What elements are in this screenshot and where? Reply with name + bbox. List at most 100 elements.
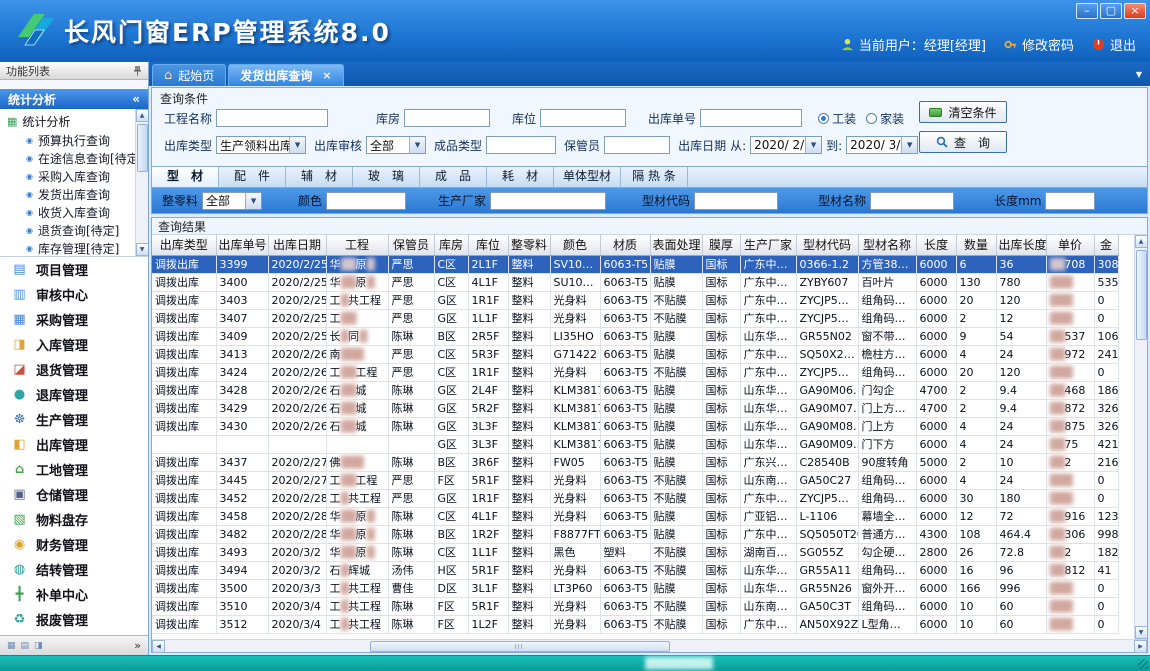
sidebar-menu-item[interactable]: ●退库管理 (0, 382, 148, 407)
radio-jiazhuang[interactable] (866, 113, 877, 124)
table-row[interactable]: 调拨出库34582020/2/28华▓▓原▓陈琳C区4L1F整料光身料6063-… (152, 507, 1118, 525)
tree-item[interactable]: ◉在途信息查询[待定] (0, 149, 148, 167)
column-header[interactable]: 金 (1094, 235, 1118, 255)
column-header[interactable]: 保管员 (388, 235, 434, 255)
column-header[interactable]: 工程 (326, 235, 388, 255)
pin-icon[interactable] (133, 65, 142, 76)
sidebar-menu-item[interactable]: ◪退货管理 (0, 357, 148, 382)
tree-item[interactable]: ◉发货出库查询 (0, 185, 148, 203)
table-row[interactable]: 调拨出库34072020/2/25工▓▓严思G区1L1F整料光身料6063-T5… (152, 309, 1118, 327)
table-row[interactable]: 调拨出库35102020/3/4工▓共工程陈琳F区5R1F整料光身料6063-T… (152, 597, 1118, 615)
sidebar-menu-item[interactable]: ▤项目管理 (0, 257, 148, 282)
column-header[interactable]: 整零料 (508, 235, 550, 255)
table-row[interactable]: 调拨出库34132020/2/26南▓▓▓严思C区5R3F整料G71422606… (152, 345, 1118, 363)
column-header[interactable]: 出库日期 (268, 235, 326, 255)
keeper-input[interactable] (604, 136, 670, 154)
table-row[interactable]: 调拨出库34292020/2/26石▓▓城陈琳G区5R2F整料KLM381760… (152, 399, 1118, 417)
minimize-button[interactable]: – (1076, 3, 1098, 19)
column-header[interactable]: 出库单号 (216, 235, 268, 255)
table-row[interactable]: 调拨出库34282020/2/26石▓▓城陈琳G区2L4F整料KLM381760… (152, 381, 1118, 399)
tree-item[interactable]: ◉预算执行查询 (0, 131, 148, 149)
scroll-up-icon[interactable]: ▲ (136, 109, 149, 122)
table-row[interactable]: 调拨出库34242020/2/26工▓▓工程严思C区1R1F整料光身料6063-… (152, 363, 1118, 381)
material-tab[interactable]: 辅 材 (286, 167, 353, 187)
maximize-button[interactable]: ▢ (1100, 3, 1122, 19)
footer-more-icon[interactable]: » (134, 639, 141, 652)
close-button[interactable]: × (1124, 3, 1146, 19)
tab-shipping-outbound-query[interactable]: 发货出库查询 × (228, 64, 343, 86)
sidebar-menu-item[interactable]: ♻报废管理 (0, 607, 148, 632)
sidebar-menu-item[interactable]: ◉财务管理 (0, 532, 148, 557)
sidebar-menu-item[interactable]: ◨入库管理 (0, 332, 148, 357)
clear-conditions-button[interactable]: 清空条件 (919, 101, 1007, 123)
sidebar-menu-item[interactable]: ◍结转管理 (0, 557, 148, 582)
material-tab[interactable]: 型 材 (152, 167, 219, 187)
date-from-picker[interactable]: 2020/ 2/16▼ (750, 136, 822, 154)
table-row[interactable]: 调拨出库34942020/3/2石▓辉城汤伟H区5R1F整料光身料6063-T5… (152, 561, 1118, 579)
scroll-right-icon[interactable]: ▶ (1134, 640, 1147, 653)
column-header[interactable]: 库位 (468, 235, 508, 255)
scroll-up-icon[interactable]: ▲ (1135, 235, 1148, 248)
vscroll-thumb[interactable] (1136, 250, 1147, 340)
material-tab[interactable]: 隔 热 条 (621, 167, 688, 187)
column-header[interactable]: 出库类型 (152, 235, 216, 255)
audit-select[interactable]: 全部▼ (366, 136, 426, 154)
sidebar-menu-item[interactable]: ▥审核中心 (0, 282, 148, 307)
manufacturer-input[interactable] (490, 192, 606, 210)
profile-code-input[interactable] (694, 192, 778, 210)
column-header[interactable]: 出库长度 (996, 235, 1046, 255)
tree-item[interactable]: ◉收货入库查询 (0, 203, 148, 221)
column-header[interactable]: 库房 (434, 235, 468, 255)
radio-gongzhuang[interactable] (818, 113, 829, 124)
sidebar-menu-item[interactable]: ▣仓储管理 (0, 482, 148, 507)
footer-icon[interactable]: ▤ (21, 641, 30, 651)
table-horizontal-scrollbar[interactable]: ◀ ▶ (152, 639, 1147, 652)
tab-list-dropdown-icon[interactable]: ▼ (1136, 70, 1142, 79)
sidebar-menu-item[interactable]: ╋补单中心 (0, 582, 148, 607)
material-tab[interactable]: 配 件 (219, 167, 286, 187)
table-row[interactable]: 调拨出库34452020/2/27工▓▓工程严思F区5R1F整料光身料6063-… (152, 471, 1118, 489)
column-header[interactable]: 型材名称 (858, 235, 916, 255)
product-type-input[interactable] (486, 136, 556, 154)
warehouse-input[interactable] (404, 109, 490, 127)
material-tab[interactable]: 单体型材 (554, 167, 621, 187)
tab-close-icon[interactable]: × (322, 69, 331, 82)
length-input[interactable] (1045, 192, 1095, 210)
column-header[interactable]: 型材代码 (796, 235, 858, 255)
footer-icon[interactable]: ◨ (34, 641, 43, 651)
table-row[interactable]: G区3L3F整料KLM38176063-T5贴膜国标山东华…GA90M09…门下… (152, 435, 1118, 453)
material-tab[interactable]: 耗 材 (487, 167, 554, 187)
color-input[interactable] (326, 192, 406, 210)
table-row[interactable]: 调拨出库34092020/2/25长▓同▓陈琳B区2R5F整料LI35HO606… (152, 327, 1118, 345)
logout-button[interactable]: 退出 (1092, 35, 1136, 54)
tab-home[interactable]: ⌂ 起始页 (152, 64, 226, 86)
material-tab[interactable]: 玻 璃 (353, 167, 420, 187)
table-row[interactable]: 调拨出库34372020/2/27佛▓▓▓陈琳B区3R6F整料FW056063-… (152, 453, 1118, 471)
outbound-type-select[interactable]: 生产领料出库▼ (216, 136, 306, 154)
table-vertical-scrollbar[interactable]: ▲ ▼ (1134, 235, 1147, 639)
table-row[interactable]: 调拨出库34522020/2/28工▓共工程严思G区1R1F整料光身料6063-… (152, 489, 1118, 507)
date-to-picker[interactable]: 2020/ 3/16▼ (846, 136, 918, 154)
outbound-order-input[interactable] (700, 109, 802, 127)
tree-item[interactable]: ◉退货查询[待定] (0, 221, 148, 239)
material-tab[interactable]: 成 品 (420, 167, 487, 187)
whole-part-select[interactable]: 全部▼ (202, 192, 262, 210)
table-row[interactable]: 调拨出库34002020/2/25华▓▓原▓严思C区4L1F整料SU10…606… (152, 273, 1118, 291)
scroll-down-icon[interactable]: ▼ (1135, 626, 1148, 639)
sidebar-menu-item[interactable]: ▧物料盘存 (0, 507, 148, 532)
column-header[interactable]: 长度 (916, 235, 956, 255)
scroll-left-icon[interactable]: ◀ (152, 640, 165, 653)
column-header[interactable]: 单价 (1046, 235, 1094, 255)
location-input[interactable] (540, 109, 626, 127)
stats-section-header[interactable]: 统计分析 « (0, 89, 148, 109)
project-name-input[interactable] (216, 109, 328, 127)
column-header[interactable]: 生产厂家 (740, 235, 796, 255)
column-header[interactable]: 膜厚 (702, 235, 740, 255)
profile-name-input[interactable] (870, 192, 954, 210)
table-row[interactable]: 调拨出库33992020/2/25华▓▓原▓严思C区2L1F整料SV10…606… (152, 255, 1118, 273)
sidebar-menu-item[interactable]: ☸生产管理 (0, 407, 148, 432)
scroll-down-icon[interactable]: ▼ (136, 243, 149, 256)
collapse-icon[interactable]: « (132, 92, 140, 106)
tree-root[interactable]: ▦ 统计分析 (0, 112, 148, 131)
tree-item[interactable]: ◉采购入库查询 (0, 167, 148, 185)
